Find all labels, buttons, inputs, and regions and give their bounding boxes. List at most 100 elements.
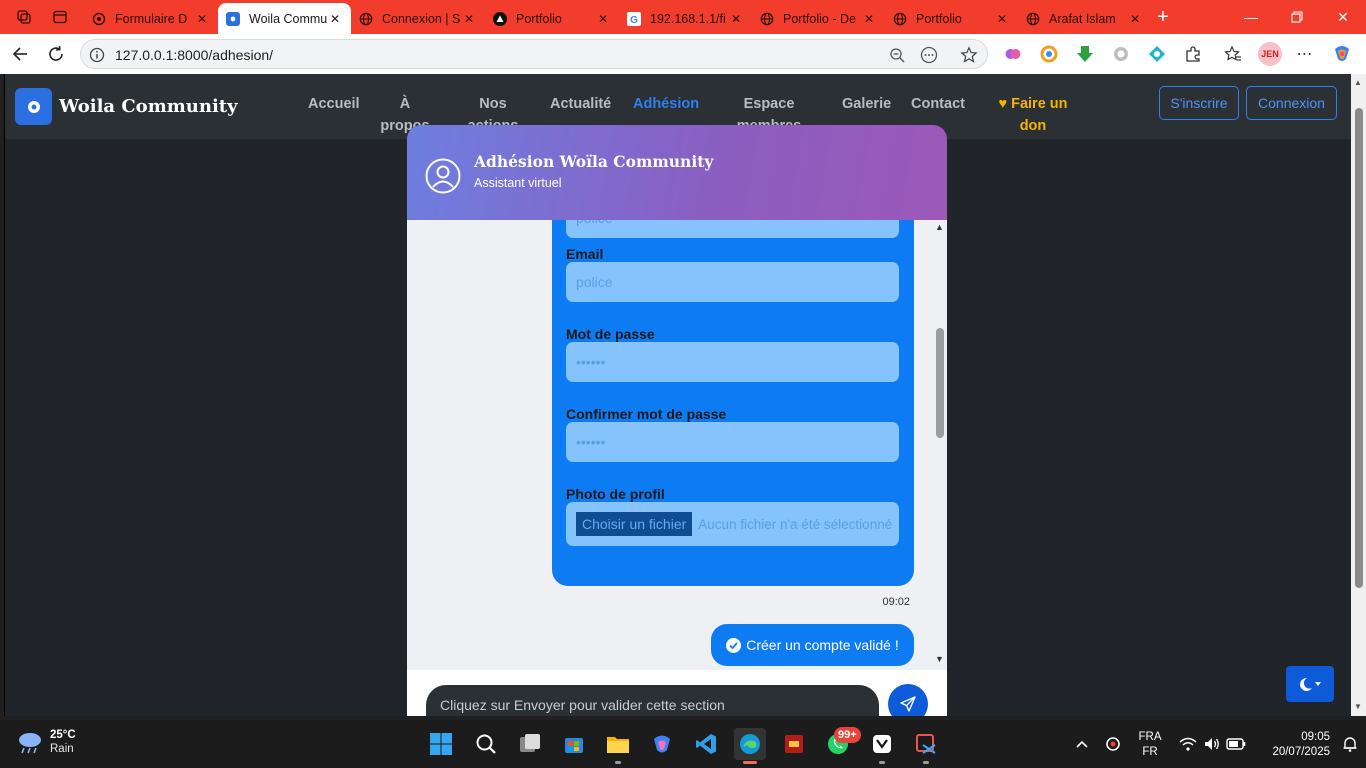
password-field[interactable]: •••••• xyxy=(566,342,899,382)
settings-more-icon[interactable]: ⋯ xyxy=(1294,43,1316,65)
new-tab-icon[interactable]: + xyxy=(1145,0,1181,34)
chat-scrollbar-thumb[interactable] xyxy=(936,328,944,438)
validated-message-bubble: Créer un compte validé ! xyxy=(711,624,914,666)
globe-icon xyxy=(760,12,774,26)
browser-tab[interactable]: Connexion | S ✕ xyxy=(351,3,485,34)
nav-item-contact[interactable]: Contact xyxy=(911,93,965,115)
photo-file-input: Choisir un fichier Aucun fichier n'a été… xyxy=(566,502,899,546)
snipping-tool-icon[interactable] xyxy=(910,728,942,764)
close-tab-icon[interactable]: ✕ xyxy=(1127,12,1143,26)
page-scrollbar[interactable]: ▲ ▼ xyxy=(1351,74,1366,716)
theme-toggle-button[interactable] xyxy=(1286,666,1334,702)
weather-widget[interactable]: 25°C Rain xyxy=(16,728,76,756)
extensions-puzzle-icon[interactable] xyxy=(1182,43,1204,65)
chat-messages: police Email police Mot de passe •••••• … xyxy=(407,220,947,670)
app-icon[interactable] xyxy=(866,728,898,764)
copilot-icon[interactable] xyxy=(1331,43,1353,65)
check-circle-icon xyxy=(726,637,742,653)
scroll-up-icon[interactable]: ▲ xyxy=(1354,78,1362,87)
choose-file-button[interactable]: Choisir un fichier xyxy=(576,512,693,536)
chat-message-input[interactable]: Cliquez sur Envoyer pour valider cette s… xyxy=(426,685,879,716)
search-icon[interactable] xyxy=(470,728,502,760)
restore-icon[interactable] xyxy=(1274,0,1320,34)
browser-tab[interactable]: Portfolio ✕ xyxy=(485,3,619,34)
close-tab-icon[interactable]: ✕ xyxy=(194,12,210,26)
name-field[interactable]: police xyxy=(566,220,899,238)
holy-bible-app-icon[interactable] xyxy=(778,728,810,760)
chat-scroll-up-icon[interactable]: ▲ xyxy=(935,222,944,232)
confirm-password-field[interactable]: •••••• xyxy=(566,422,899,462)
file-status: Aucun fichier n'a été sélectionné xyxy=(698,516,893,532)
microsoft-store-icon[interactable] xyxy=(558,728,590,760)
scroll-down-icon[interactable]: ▼ xyxy=(1354,702,1362,711)
vscode-icon[interactable] xyxy=(690,728,722,760)
start-windows-icon[interactable] xyxy=(425,728,457,760)
browser-tab[interactable]: Portfolio - De ✕ xyxy=(752,3,885,34)
download-arrow-icon[interactable] xyxy=(1074,43,1096,65)
close-tab-icon[interactable]: ✕ xyxy=(994,12,1010,26)
refresh-icon[interactable] xyxy=(42,40,70,68)
file-explorer-icon[interactable] xyxy=(602,728,634,764)
show-hidden-icons-chevron-icon[interactable] xyxy=(1066,728,1098,760)
sync-app-icon[interactable] xyxy=(1097,728,1129,760)
tab-actions-icon[interactable] xyxy=(42,0,78,34)
chat-scrollbar[interactable]: ▲ ▼ xyxy=(933,220,947,670)
close-tab-icon[interactable]: ✕ xyxy=(461,12,477,26)
battery-icon[interactable] xyxy=(1220,728,1252,760)
favorites-icon[interactable] xyxy=(1222,43,1244,65)
more-options-circle-icon[interactable] xyxy=(919,45,939,65)
back-arrow-icon[interactable] xyxy=(6,40,34,68)
language-indicator[interactable]: FRA FR xyxy=(1137,730,1163,760)
clock[interactable]: 09:05 20/07/2025 xyxy=(1256,730,1330,760)
browser-tab[interactable]: Arafat Islam ✕ xyxy=(1018,3,1151,34)
close-tab-icon[interactable]: ✕ xyxy=(327,12,343,26)
close-tab-icon[interactable]: ✕ xyxy=(728,12,744,26)
nav-item-donate[interactable]: ♥ Faire un don xyxy=(993,93,1073,137)
send-button[interactable] xyxy=(888,684,928,716)
extension-diamond-icon[interactable] xyxy=(1146,43,1168,65)
address-bar[interactable]: 127.0.0.1:8000/adhesion/ xyxy=(80,39,988,69)
minimize-icon[interactable]: — xyxy=(1228,0,1274,34)
zoom-out-icon[interactable] xyxy=(887,45,907,65)
email-field-value: police xyxy=(576,274,613,290)
copilot-app-icon[interactable] xyxy=(646,728,678,760)
profile-avatar[interactable]: JEN xyxy=(1258,42,1282,66)
browser-tab[interactable]: G 192.168.1.1/fi ✕ xyxy=(619,3,752,34)
close-tab-icon[interactable]: ✕ xyxy=(595,12,611,26)
nav-item-actualite[interactable]: Actualité xyxy=(550,93,611,115)
page-scrollbar-thumb[interactable] xyxy=(1355,108,1363,588)
nav-item-adhesion[interactable]: Adhésion xyxy=(633,93,699,115)
address-bar-row: 127.0.0.1:8000/adhesion/ JEN ⋯ xyxy=(0,34,1366,74)
chat-scroll-down-icon[interactable]: ▼ xyxy=(935,654,944,664)
browser-tab[interactable]: Formulaire D ✕ xyxy=(84,3,218,34)
edge-browser-icon[interactable] xyxy=(734,728,766,764)
browser-tab-active[interactable]: Woila Commu ✕ xyxy=(218,3,351,34)
validated-message-text: Créer un compte validé ! xyxy=(746,637,899,653)
favorite-star-icon[interactable] xyxy=(959,45,979,65)
login-button[interactable]: Connexion xyxy=(1246,86,1337,120)
brand-name[interactable]: Woila Community xyxy=(59,96,238,117)
close-tab-icon[interactable]: ✕ xyxy=(861,12,877,26)
site-logo-icon[interactable] xyxy=(15,88,52,125)
nav-item-galerie[interactable]: Galerie xyxy=(842,93,891,115)
tab-label: Woila Commu xyxy=(249,11,327,26)
extension-color-icon[interactable] xyxy=(1038,43,1060,65)
workspaces-icon[interactable] xyxy=(6,0,42,34)
chat-widget: Adhésion Woïla Community Assistant virtu… xyxy=(407,125,947,716)
tab-label: 192.168.1.1/fi xyxy=(650,11,726,26)
extension-brain-icon[interactable] xyxy=(1002,43,1024,65)
nav-item-accueil[interactable]: Accueil xyxy=(308,93,360,115)
photo-label: Photo de profil xyxy=(566,486,665,502)
email-field[interactable]: police xyxy=(566,262,899,302)
close-window-icon[interactable]: ✕ xyxy=(1320,0,1366,34)
notification-center-icon[interactable] xyxy=(1334,728,1366,760)
site-info-icon[interactable] xyxy=(87,45,107,65)
signup-button[interactable]: S'inscrire xyxy=(1159,86,1239,120)
extension-puzzle-head-icon[interactable] xyxy=(1110,43,1132,65)
chat-subtitle: Assistant virtuel xyxy=(474,176,562,190)
email-label: Email xyxy=(566,246,604,262)
moon-dropdown-icon xyxy=(1300,677,1321,691)
user-circle-icon xyxy=(425,158,461,194)
task-view-icon[interactable] xyxy=(514,728,546,760)
browser-tab[interactable]: Portfolio ✕ xyxy=(885,3,1018,34)
